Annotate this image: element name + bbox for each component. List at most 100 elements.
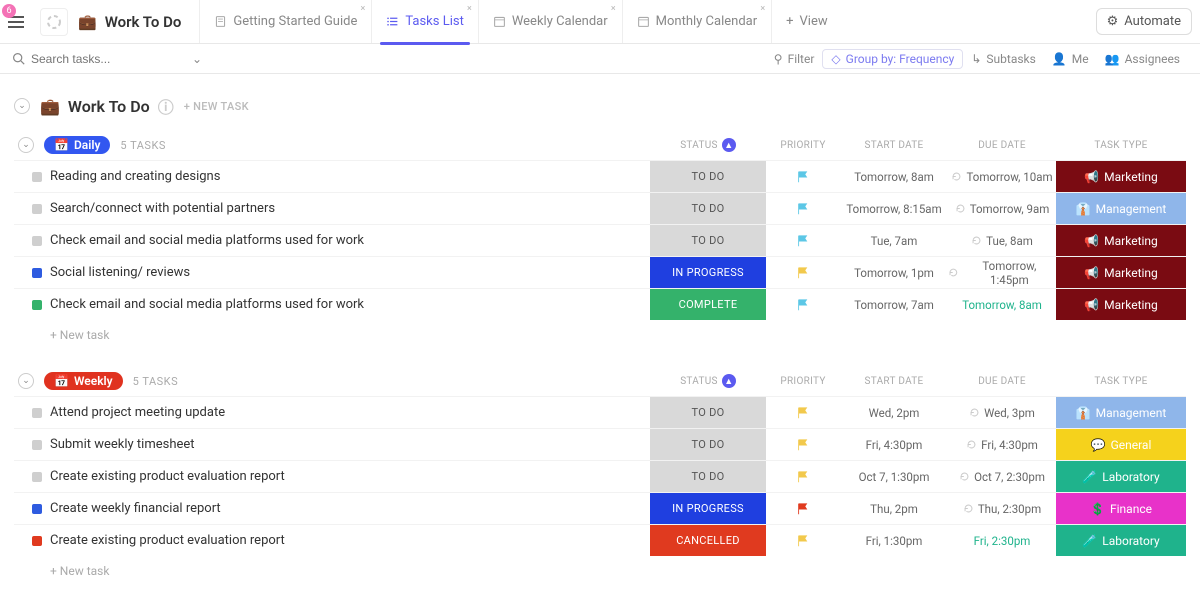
chevron-down-icon[interactable]: ⌄ <box>192 52 202 66</box>
task-status[interactable]: TO DO <box>650 461 766 492</box>
task-status[interactable]: TO DO <box>650 161 766 192</box>
assignees-button[interactable]: 👥 Assignees <box>1097 50 1188 68</box>
task-due-date[interactable]: Tue, 8am <box>948 225 1056 256</box>
task-priority[interactable] <box>766 525 840 556</box>
task-name[interactable]: Attend project meeting update <box>50 405 650 420</box>
filter-button[interactable]: ⚲ Filter <box>766 50 823 68</box>
task-due-date[interactable]: Tomorrow, 10am <box>948 161 1056 192</box>
task-priority[interactable] <box>766 429 840 460</box>
task-row[interactable]: Submit weekly timesheet TO DO Fri, 4:30p… <box>14 428 1186 460</box>
task-start-date[interactable]: Tomorrow, 1pm <box>840 257 948 288</box>
task-row[interactable]: Create existing product evaluation repor… <box>14 524 1186 556</box>
new-task-row[interactable]: + New task <box>14 556 1186 578</box>
task-row[interactable]: Social listening/ reviews IN PROGRESS To… <box>14 256 1186 288</box>
task-type[interactable]: 💬General <box>1056 429 1186 460</box>
task-name[interactable]: Social listening/ reviews <box>50 265 650 280</box>
task-row[interactable]: Attend project meeting update TO DO Wed,… <box>14 396 1186 428</box>
task-due-date[interactable]: Fri, 4:30pm <box>948 429 1056 460</box>
task-start-date[interactable]: Wed, 2pm <box>840 397 948 428</box>
task-name[interactable]: Search/connect with potential partners <box>50 201 650 216</box>
task-type[interactable]: 📢Marketing <box>1056 161 1186 192</box>
view-tab-getting-started-guide[interactable]: × Getting Started Guide <box>199 0 371 43</box>
task-status[interactable]: CANCELLED <box>650 525 766 556</box>
task-priority[interactable] <box>766 397 840 428</box>
task-status[interactable]: IN PROGRESS <box>650 493 766 524</box>
col-header-priority[interactable]: PRIORITY <box>766 376 840 387</box>
task-name[interactable]: Create existing product evaluation repor… <box>50 469 650 484</box>
task-due-date[interactable]: Tomorrow, 8am <box>948 289 1056 320</box>
task-start-date[interactable]: Tomorrow, 8am <box>840 161 948 192</box>
task-start-date[interactable]: Oct 7, 1:30pm <box>840 461 948 492</box>
task-status[interactable]: TO DO <box>650 397 766 428</box>
task-due-date[interactable]: Thu, 2:30pm <box>948 493 1056 524</box>
hamburger-menu-button[interactable]: 6 <box>8 10 32 34</box>
task-priority[interactable] <box>766 461 840 492</box>
col-header-status[interactable]: STATUS▲ <box>650 138 766 152</box>
task-priority[interactable] <box>766 193 840 224</box>
task-due-date[interactable]: Tomorrow, 1:45pm <box>948 257 1056 288</box>
col-header-start[interactable]: START DATE <box>840 376 948 387</box>
view-tab-monthly-calendar[interactable]: × Monthly Calendar <box>622 0 771 43</box>
col-header-due[interactable]: DUE DATE <box>948 140 1056 151</box>
workspace-title[interactable]: 💼 Work To Do <box>78 13 181 31</box>
task-due-date[interactable]: Tomorrow, 9am <box>948 193 1056 224</box>
task-type[interactable]: 🧪Laboratory <box>1056 525 1186 556</box>
col-header-due[interactable]: DUE DATE <box>948 376 1056 387</box>
task-start-date[interactable]: Fri, 4:30pm <box>840 429 948 460</box>
task-type[interactable]: 💲Finance <box>1056 493 1186 524</box>
col-header-priority[interactable]: PRIORITY <box>766 140 840 151</box>
view-tab-tasks-list[interactable]: × Tasks List <box>371 0 477 43</box>
task-name[interactable]: Create existing product evaluation repor… <box>50 533 650 548</box>
task-type[interactable]: 📢Marketing <box>1056 257 1186 288</box>
task-row[interactable]: Reading and creating designs TO DO Tomor… <box>14 160 1186 192</box>
task-row[interactable]: Check email and social media platforms u… <box>14 224 1186 256</box>
task-due-date[interactable]: Oct 7, 2:30pm <box>948 461 1056 492</box>
task-priority[interactable] <box>766 289 840 320</box>
collapse-all-button[interactable]: ⌄ <box>14 98 30 114</box>
group-pill[interactable]: 📅 Weekly <box>44 372 123 390</box>
group-collapse-button[interactable]: ⌄ <box>18 373 34 389</box>
task-priority[interactable] <box>766 225 840 256</box>
task-row[interactable]: Create existing product evaluation repor… <box>14 460 1186 492</box>
col-header-start[interactable]: START DATE <box>840 140 948 151</box>
task-row[interactable]: Check email and social media platforms u… <box>14 288 1186 320</box>
add-view-button[interactable]: + View <box>771 0 842 43</box>
task-name[interactable]: Check email and social media platforms u… <box>50 233 650 248</box>
task-name[interactable]: Create weekly financial report <box>50 501 650 516</box>
task-start-date[interactable]: Tomorrow, 8:15am <box>840 193 948 224</box>
me-button[interactable]: 👤 Me <box>1044 50 1097 68</box>
task-priority[interactable] <box>766 161 840 192</box>
task-row[interactable]: Search/connect with potential partners T… <box>14 192 1186 224</box>
group-collapse-button[interactable]: ⌄ <box>18 137 34 153</box>
task-status[interactable]: TO DO <box>650 225 766 256</box>
task-type[interactable]: 👔Management <box>1056 193 1186 224</box>
task-name[interactable]: Submit weekly timesheet <box>50 437 650 452</box>
task-type[interactable]: 📢Marketing <box>1056 225 1186 256</box>
task-status[interactable]: TO DO <box>650 429 766 460</box>
info-icon[interactable]: ⓘ <box>158 94 174 118</box>
task-start-date[interactable]: Thu, 2pm <box>840 493 948 524</box>
col-header-type[interactable]: TASK TYPE <box>1056 376 1186 387</box>
task-name[interactable]: Check email and social media platforms u… <box>50 297 650 312</box>
automate-button[interactable]: ⚙ Automate <box>1096 8 1192 35</box>
new-task-button[interactable]: + NEW TASK <box>184 100 249 113</box>
new-task-row[interactable]: + New task <box>14 320 1186 342</box>
groupby-button[interactable]: ◇ Group by: Frequency <box>822 49 963 69</box>
task-due-date[interactable]: Wed, 3pm <box>948 397 1056 428</box>
subtasks-button[interactable]: ↳ Subtasks <box>963 50 1043 68</box>
task-priority[interactable] <box>766 493 840 524</box>
task-start-date[interactable]: Tue, 7am <box>840 225 948 256</box>
task-priority[interactable] <box>766 257 840 288</box>
task-status[interactable]: COMPLETE <box>650 289 766 320</box>
task-type[interactable]: 👔Management <box>1056 397 1186 428</box>
task-type[interactable]: 🧪Laboratory <box>1056 461 1186 492</box>
col-header-status[interactable]: STATUS▲ <box>650 374 766 388</box>
task-row[interactable]: Create weekly financial report IN PROGRE… <box>14 492 1186 524</box>
search-input[interactable] <box>31 52 186 66</box>
task-start-date[interactable]: Tomorrow, 7am <box>840 289 948 320</box>
task-status[interactable]: IN PROGRESS <box>650 257 766 288</box>
task-status[interactable]: TO DO <box>650 193 766 224</box>
col-header-type[interactable]: TASK TYPE <box>1056 140 1186 151</box>
group-pill[interactable]: 📅 Daily <box>44 136 110 154</box>
task-name[interactable]: Reading and creating designs <box>50 169 650 184</box>
